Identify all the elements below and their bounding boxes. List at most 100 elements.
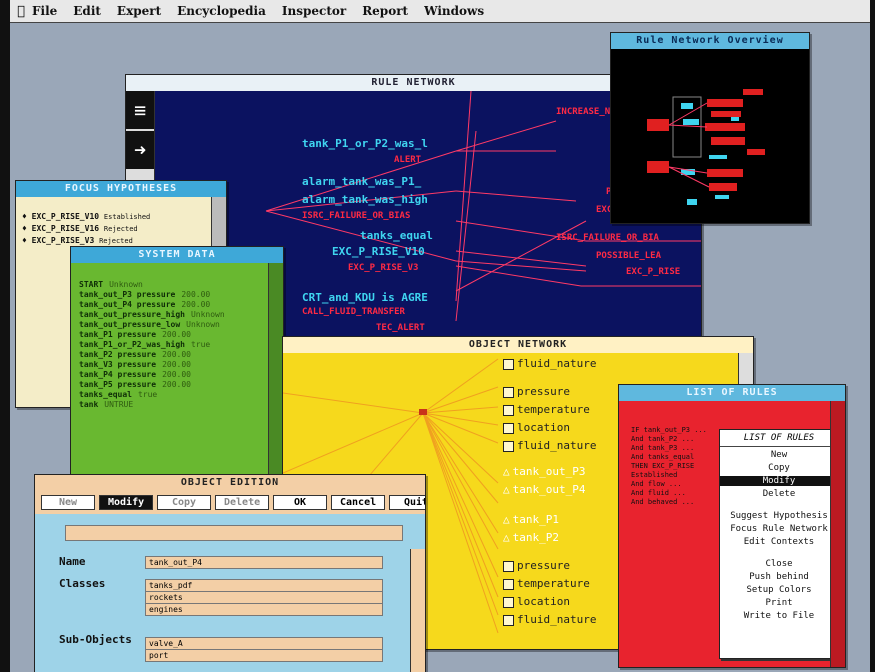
object-node[interactable]: temperature: [503, 577, 590, 590]
object-description-field[interactable]: [65, 525, 403, 541]
system-data-line[interactable]: tank_P2 pressure 200.00: [79, 350, 275, 359]
focus-title[interactable]: FOCUS HYPOTHESES: [16, 181, 226, 197]
rule-node[interactable]: ISRC_FAILURE_OR_BIA: [556, 233, 659, 243]
rule-node[interactable]: alarm_tank_was_high: [302, 193, 428, 206]
menu-bar:  File Edit Expert Encyclopedia Inspecto…: [10, 0, 870, 23]
system-data-line[interactable]: tank_P5 pressure 200.00: [79, 380, 275, 389]
system-data-line[interactable]: tank_out_pressure_low Unknown: [79, 320, 275, 329]
object-node[interactable]: pressure: [503, 385, 570, 398]
object-node[interactable]: pressure: [503, 559, 570, 572]
system-data-line[interactable]: tank_P1 pressure 200.00: [79, 330, 275, 339]
menu-inspector[interactable]: Inspector: [282, 4, 346, 18]
system-data-line[interactable]: tank UNTRUE: [79, 400, 275, 409]
object-node[interactable]: location: [503, 595, 570, 608]
cancel-button[interactable]: Cancel: [331, 495, 385, 510]
rule-node[interactable]: alarm_tank_was_P1_: [302, 175, 421, 188]
hypothesis-item[interactable]: ♦ EXC_P_RISE_V10 Established: [22, 212, 220, 221]
overview-title[interactable]: Rule Network Overview: [611, 33, 809, 49]
menu-expert[interactable]: Expert: [117, 4, 161, 18]
data-value: 200.00: [162, 330, 191, 339]
rule-node[interactable]: tanks_equal: [360, 229, 433, 242]
object-node[interactable]: fluid_nature: [503, 613, 596, 626]
object-edition-scrollbar[interactable]: [410, 549, 425, 672]
system-data-line[interactable]: tanks_equal true: [79, 390, 275, 399]
rule-node[interactable]: EXC_P_RISE_V3: [348, 263, 418, 273]
rule-node[interactable]: CALL_FLUID_TRANSFER: [302, 307, 405, 317]
hypothesis-item[interactable]: ♦ EXC_P_RISE_V3 Rejected: [22, 236, 220, 245]
checkbox-icon: [503, 422, 514, 434]
checkbox-icon: [503, 386, 514, 398]
context-menu-item[interactable]: Focus Rule Network: [720, 524, 838, 534]
system-data-title[interactable]: SYSTEM DATA: [71, 247, 283, 263]
object-node[interactable]: location: [503, 421, 570, 434]
menu-windows[interactable]: Windows: [424, 4, 484, 18]
system-data-scrollbar[interactable]: [268, 263, 283, 475]
context-menu-item[interactable]: Copy: [720, 463, 838, 473]
object-node-label: temperature: [517, 577, 590, 590]
object-node[interactable]: temperature: [503, 403, 590, 416]
context-menu-item[interactable]: Print: [720, 598, 838, 608]
list-of-rules-title[interactable]: LIST OF RULES: [619, 385, 845, 401]
overview-minimap[interactable]: [611, 49, 809, 223]
context-menu-item[interactable]: Setup Colors: [720, 585, 838, 595]
menu-encyclopedia[interactable]: Encyclopedia: [177, 4, 266, 18]
object-node[interactable]: △ tank_out_P3: [503, 465, 585, 478]
system-data-line[interactable]: tank_P1_or_P2_was_high true: [79, 340, 275, 349]
system-data-line[interactable]: tank_V3 pressure 200.00: [79, 360, 275, 369]
data-value: Unknown: [109, 280, 143, 289]
system-data-line[interactable]: tank_out_P4 pressure 200.00: [79, 300, 275, 309]
modify-button[interactable]: Modify: [99, 495, 153, 510]
new-button[interactable]: New: [41, 495, 95, 510]
rules-scrollbar[interactable]: [830, 401, 845, 667]
object-node[interactable]: fluid_nature: [503, 439, 596, 452]
class-item[interactable]: engines: [145, 603, 383, 616]
object-node[interactable]: fluid_nature: [503, 357, 596, 370]
menu-report[interactable]: Report: [362, 4, 408, 18]
quit-button[interactable]: Quit: [389, 495, 425, 510]
rule-node[interactable]: ALERT: [394, 155, 421, 165]
apple-menu-icon[interactable]: : [10, 4, 32, 19]
ok-button[interactable]: OK: [273, 495, 327, 510]
delete-button[interactable]: Delete: [215, 495, 269, 510]
system-data-line[interactable]: tank_P4 pressure 200.00: [79, 370, 275, 379]
object-node[interactable]: △ tank_out_P4: [503, 483, 585, 496]
rule-node[interactable]: ISRC_FAILURE_OR_BIAS: [302, 211, 410, 221]
data-key: tank: [79, 400, 99, 409]
system-data-line[interactable]: tank_out_P3 pressure 200.00: [79, 290, 275, 299]
object-node[interactable]: △ tank_P2: [503, 531, 559, 544]
context-menu-item[interactable]: New: [720, 450, 838, 460]
rules-list[interactable]: IF tank_out_P3 ... And tank_P2 ... And t…: [625, 425, 713, 625]
data-value: 200.00: [162, 380, 191, 389]
data-key: tank_out_pressure_low: [79, 320, 181, 329]
menu-edit[interactable]: Edit: [73, 4, 101, 18]
rule-node[interactable]: POSSIBLE_LEA: [596, 251, 661, 261]
system-data-line[interactable]: tank_out_pressure_high Unknown: [79, 310, 275, 319]
context-menu-item[interactable]: Edit Contexts: [720, 537, 838, 547]
triangle-icon: △: [503, 531, 510, 544]
rule-node[interactable]: tank_P1_or_P2_was_l: [302, 137, 428, 150]
object-node-label: tank_P2: [512, 531, 559, 544]
sub-object-item[interactable]: port: [145, 649, 383, 662]
system-data-line[interactable]: START Unknown: [79, 280, 275, 289]
triangle-icon: △: [503, 465, 510, 478]
context-menu-item[interactable]: Suggest Hypothesis: [720, 511, 838, 521]
hypothesis-item[interactable]: ♦ EXC_P_RISE_V16 Rejected: [22, 224, 220, 233]
desktop:  File Edit Expert Encyclopedia Inspecto…: [10, 0, 870, 672]
rule-node[interactable]: INCREASE_N: [556, 107, 610, 117]
rule-node[interactable]: TEC_ALERT: [376, 323, 425, 333]
menu-file[interactable]: File: [32, 4, 57, 18]
context-menu-item[interactable]: Close: [720, 559, 838, 569]
copy-button[interactable]: Copy: [157, 495, 211, 510]
name-label: Name: [59, 555, 86, 568]
object-edition-title[interactable]: OBJECT EDITION: [35, 475, 425, 491]
name-field[interactable]: tank_out_P4: [145, 556, 383, 569]
object-network-title[interactable]: OBJECT NETWORK: [283, 337, 753, 353]
rule-node[interactable]: EXC_P_RISE_V10: [332, 245, 425, 258]
context-menu-item[interactable]: Delete: [720, 489, 838, 499]
rule-node[interactable]: EXC_P_RISE: [626, 267, 680, 277]
context-menu-item[interactable]: Modify: [720, 476, 838, 486]
context-menu-item[interactable]: Push behind: [720, 572, 838, 582]
object-node[interactable]: △ tank_P1: [503, 513, 559, 526]
context-menu-item[interactable]: Write to File: [720, 611, 838, 621]
rule-node[interactable]: CRT_and_KDU is AGRE: [302, 291, 428, 304]
